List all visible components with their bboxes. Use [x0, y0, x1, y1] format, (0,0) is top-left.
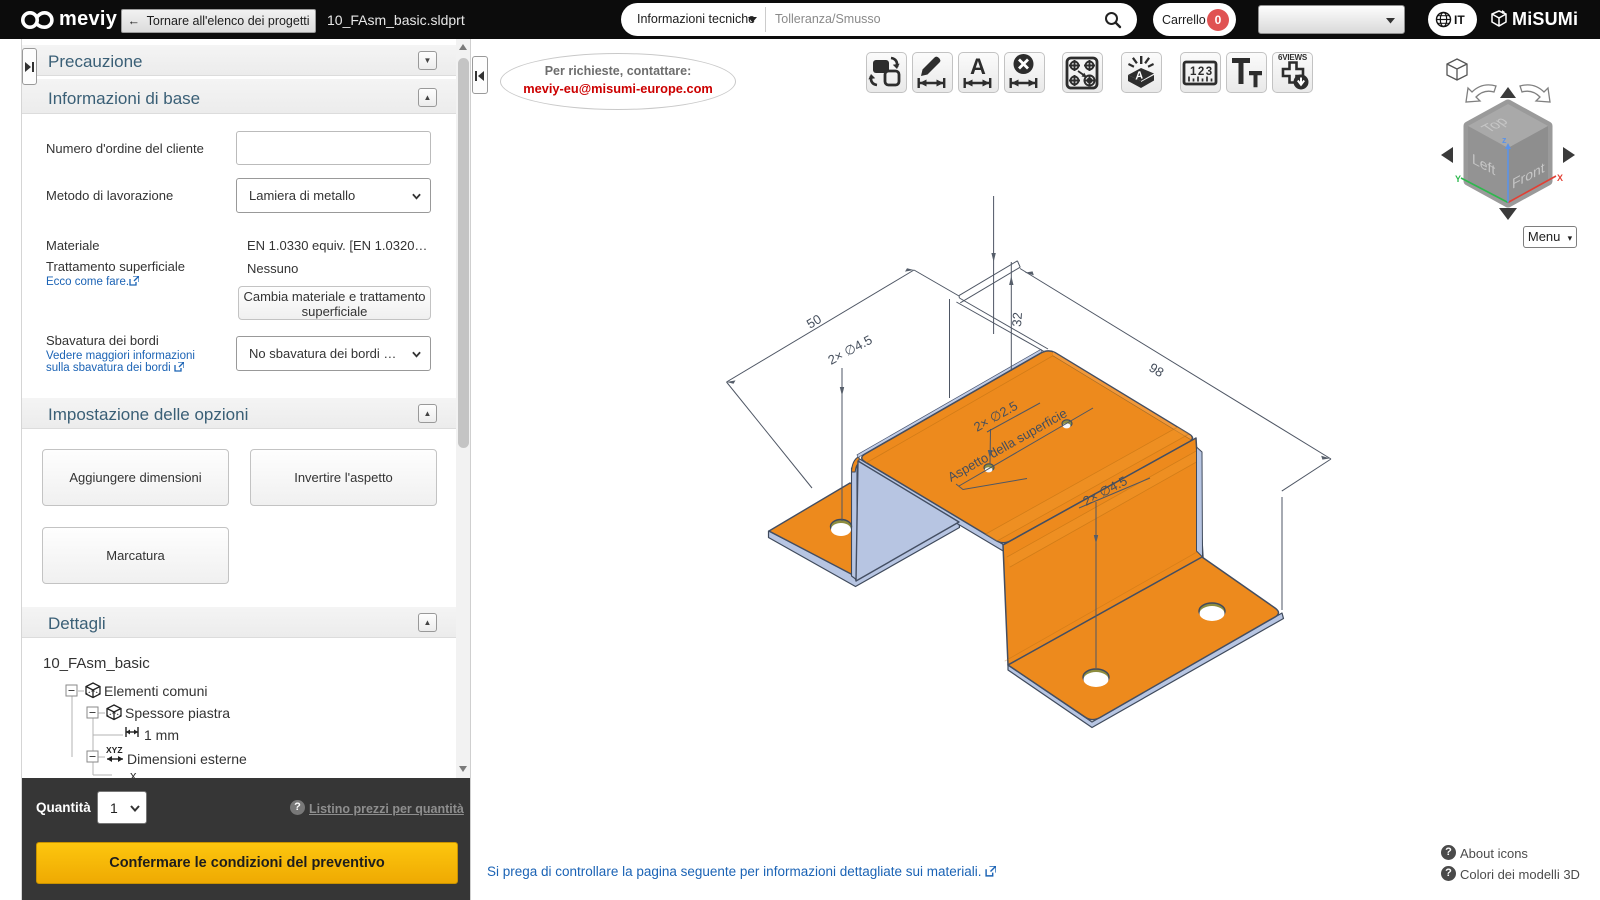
svg-text:32: 32 — [1009, 312, 1025, 327]
svg-text:X: X — [1557, 173, 1563, 183]
svg-text:2× ∅4.5: 2× ∅4.5 — [825, 332, 874, 368]
svg-text:XYZ: XYZ — [106, 745, 123, 755]
svg-text:98: 98 — [1146, 360, 1166, 380]
svg-text:z: z — [1502, 135, 1507, 145]
svg-text:Y: Y — [1455, 174, 1461, 184]
svg-text:50: 50 — [804, 311, 824, 331]
